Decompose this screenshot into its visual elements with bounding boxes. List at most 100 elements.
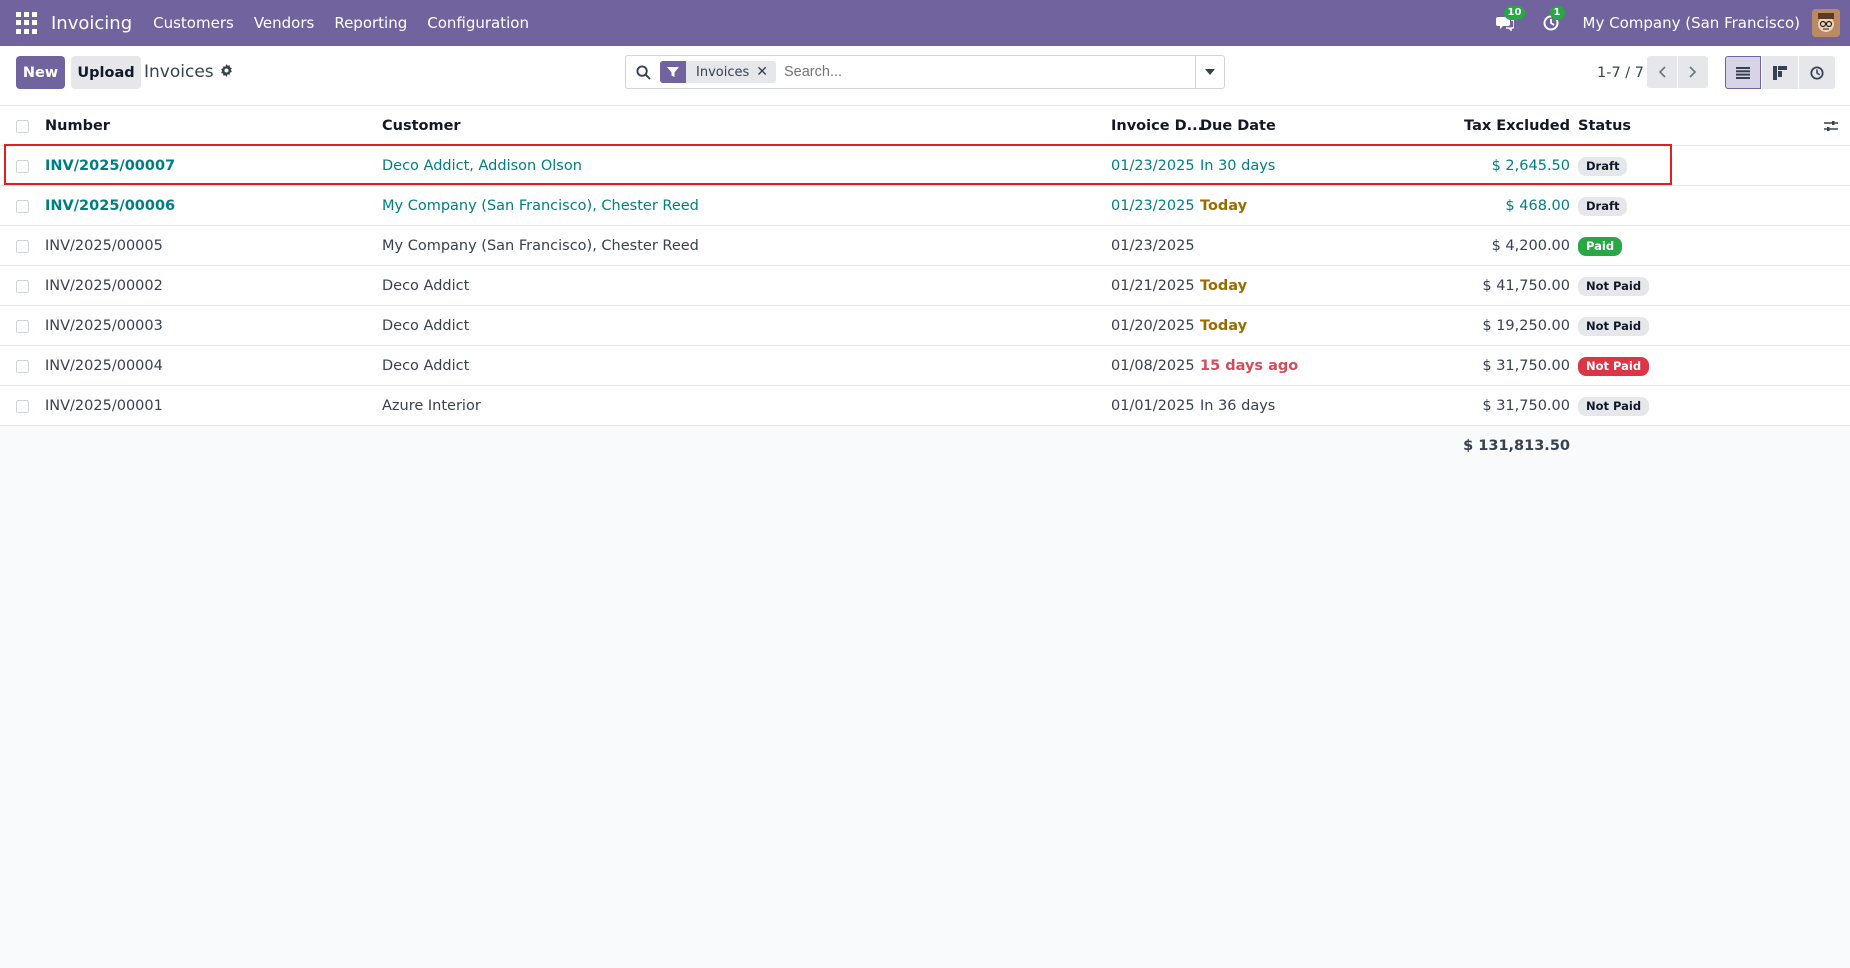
page-title-text: Invoices (144, 62, 214, 82)
invoice-number: INV/2025/00004 (45, 358, 163, 374)
invoice-number: INV/2025/00007 (45, 158, 176, 174)
status-badge: Not Paid (1578, 316, 1650, 336)
menu-reporting[interactable]: Reporting (334, 14, 407, 32)
invoice-date: 01/23/2025 (1111, 198, 1195, 214)
invoice-customer: Deco Addict (382, 318, 470, 334)
invoice-customer: My Company (San Francisco), Chester Reed (382, 238, 699, 254)
invoice-status: Not Paid (1578, 306, 1650, 346)
total-tax-excluded: $ 131,813.50 (1463, 438, 1570, 454)
table-row[interactable]: INV/2025/00003 Deco Addict 01/20/2025 To… (0, 306, 1850, 346)
column-header-customer[interactable]: Customer (382, 106, 461, 146)
list-icon (1736, 66, 1750, 79)
row-checkbox[interactable] (16, 266, 30, 306)
pager-value[interactable]: 1-7 / 7 (1597, 65, 1644, 81)
invoice-number: INV/2025/00003 (45, 318, 163, 334)
table-footer: $ 131,813.50 (0, 426, 1850, 466)
status-badge: Not Paid (1578, 276, 1650, 296)
apps-menu-icon[interactable] (16, 12, 38, 34)
invoice-status: Not Paid (1578, 346, 1650, 386)
table-header: Number Customer Invoice D... Due Date Ta… (0, 106, 1850, 146)
top-navbar: Invoicing Customers Vendors Reporting Co… (0, 0, 1850, 46)
user-avatar[interactable] (1812, 9, 1840, 37)
invoice-date: 01/08/2025 (1111, 358, 1195, 374)
list-view-button[interactable] (1725, 56, 1761, 89)
table-row[interactable]: INV/2025/00005 My Company (San Francisco… (0, 226, 1850, 266)
search-input[interactable] (784, 64, 1224, 80)
upload-button[interactable]: Upload (71, 56, 141, 89)
invoice-tax-excluded: $ 41,750.00 (1482, 278, 1570, 294)
menu-vendors[interactable]: Vendors (254, 14, 315, 32)
filter-facet-label: Invoices (696, 64, 750, 80)
row-checkbox[interactable] (16, 386, 30, 426)
invoice-date: 01/20/2025 (1111, 318, 1195, 334)
invoice-status: Paid (1578, 226, 1623, 266)
table-row[interactable]: INV/2025/00001 Azure Interior 01/01/2025… (0, 386, 1850, 426)
search-icon[interactable] (626, 64, 660, 80)
invoice-date: 01/23/2025 (1111, 238, 1195, 254)
control-panel: New Upload Invoices Invoices ✕ 1-7 / 7 (0, 46, 1850, 106)
clock-icon (1810, 65, 1824, 80)
messaging-button[interactable]: 10 (1491, 6, 1526, 37)
gear-icon[interactable] (220, 63, 233, 81)
app-brand[interactable]: Invoicing (51, 13, 132, 34)
select-all-checkbox[interactable] (16, 106, 30, 146)
invoice-tax-excluded: $ 31,750.00 (1482, 358, 1570, 374)
invoice-number: INV/2025/00006 (45, 198, 176, 214)
invoice-due-date: Today (1200, 198, 1248, 214)
activities-count-badge: 1 (1549, 6, 1565, 20)
company-switcher[interactable]: My Company (San Francisco) (1583, 14, 1800, 32)
row-checkbox[interactable] (16, 186, 30, 226)
invoice-number: INV/2025/00005 (45, 238, 163, 254)
table-row[interactable]: INV/2025/00007 Deco Addict, Addison Olso… (0, 146, 1850, 186)
invoice-customer: Azure Interior (382, 398, 481, 414)
search-options-toggle[interactable] (1195, 56, 1224, 88)
invoice-number: INV/2025/00001 (45, 398, 163, 414)
table-row[interactable]: INV/2025/00004 Deco Addict 01/08/2025 15… (0, 346, 1850, 386)
invoice-customer: Deco Addict (382, 278, 470, 294)
invoice-tax-excluded: $ 31,750.00 (1482, 398, 1570, 414)
activity-view-button[interactable] (1799, 56, 1835, 89)
invoice-due-date: In 36 days (1200, 398, 1276, 414)
optional-columns-icon[interactable] (1824, 106, 1838, 146)
invoice-due-date: Today (1200, 318, 1248, 334)
invoice-customer: Deco Addict, Addison Olson (382, 158, 582, 174)
new-button[interactable]: New (16, 56, 65, 89)
menu-configuration[interactable]: Configuration (427, 14, 529, 32)
invoice-number: INV/2025/00002 (45, 278, 163, 294)
menu-customers[interactable]: Customers (153, 14, 234, 32)
invoice-tax-excluded: $ 4,200.00 (1491, 238, 1570, 254)
page-title: Invoices (144, 62, 233, 82)
pager-next-button[interactable] (1678, 56, 1708, 88)
column-header-invoice-date[interactable]: Invoice D... (1111, 106, 1203, 146)
column-header-tax-excluded[interactable]: Tax Excluded (1464, 106, 1570, 146)
invoice-tax-excluded: $ 468.00 (1505, 198, 1570, 214)
invoice-date: 01/21/2025 (1111, 278, 1195, 294)
invoice-date: 01/01/2025 (1111, 398, 1195, 414)
invoice-tax-excluded: $ 2,645.50 (1491, 158, 1570, 174)
row-checkbox[interactable] (16, 306, 30, 346)
table-row[interactable]: INV/2025/00002 Deco Addict 01/21/2025 To… (0, 266, 1850, 306)
status-badge: Not Paid (1578, 356, 1650, 376)
column-header-status[interactable]: Status (1578, 106, 1631, 146)
invoice-due-date: In 30 days (1200, 158, 1276, 174)
kanban-view-button[interactable] (1762, 56, 1798, 89)
row-checkbox[interactable] (16, 146, 30, 186)
column-header-number[interactable]: Number (45, 106, 110, 146)
caret-down-icon (1205, 69, 1215, 75)
table-row[interactable]: INV/2025/00006 My Company (San Francisco… (0, 186, 1850, 226)
status-badge: Draft (1578, 196, 1628, 216)
invoice-status: Not Paid (1578, 386, 1650, 426)
column-header-due-date[interactable]: Due Date (1200, 106, 1276, 146)
navbar-systray: 10 1 My Company (San Francisco) (1491, 6, 1840, 37)
invoice-date: 01/23/2025 (1111, 158, 1195, 174)
activities-button[interactable]: 1 (1537, 6, 1565, 37)
pager-previous-button[interactable] (1647, 56, 1677, 88)
row-checkbox[interactable] (16, 226, 30, 266)
invoice-tax-excluded: $ 19,250.00 (1482, 318, 1570, 334)
invoice-status: Draft (1578, 186, 1628, 226)
invoice-customer: Deco Addict (382, 358, 470, 374)
chevron-right-icon (1689, 66, 1697, 78)
row-checkbox[interactable] (16, 346, 30, 386)
status-badge: Paid (1578, 236, 1623, 256)
remove-facet-icon[interactable]: ✕ (756, 64, 776, 80)
